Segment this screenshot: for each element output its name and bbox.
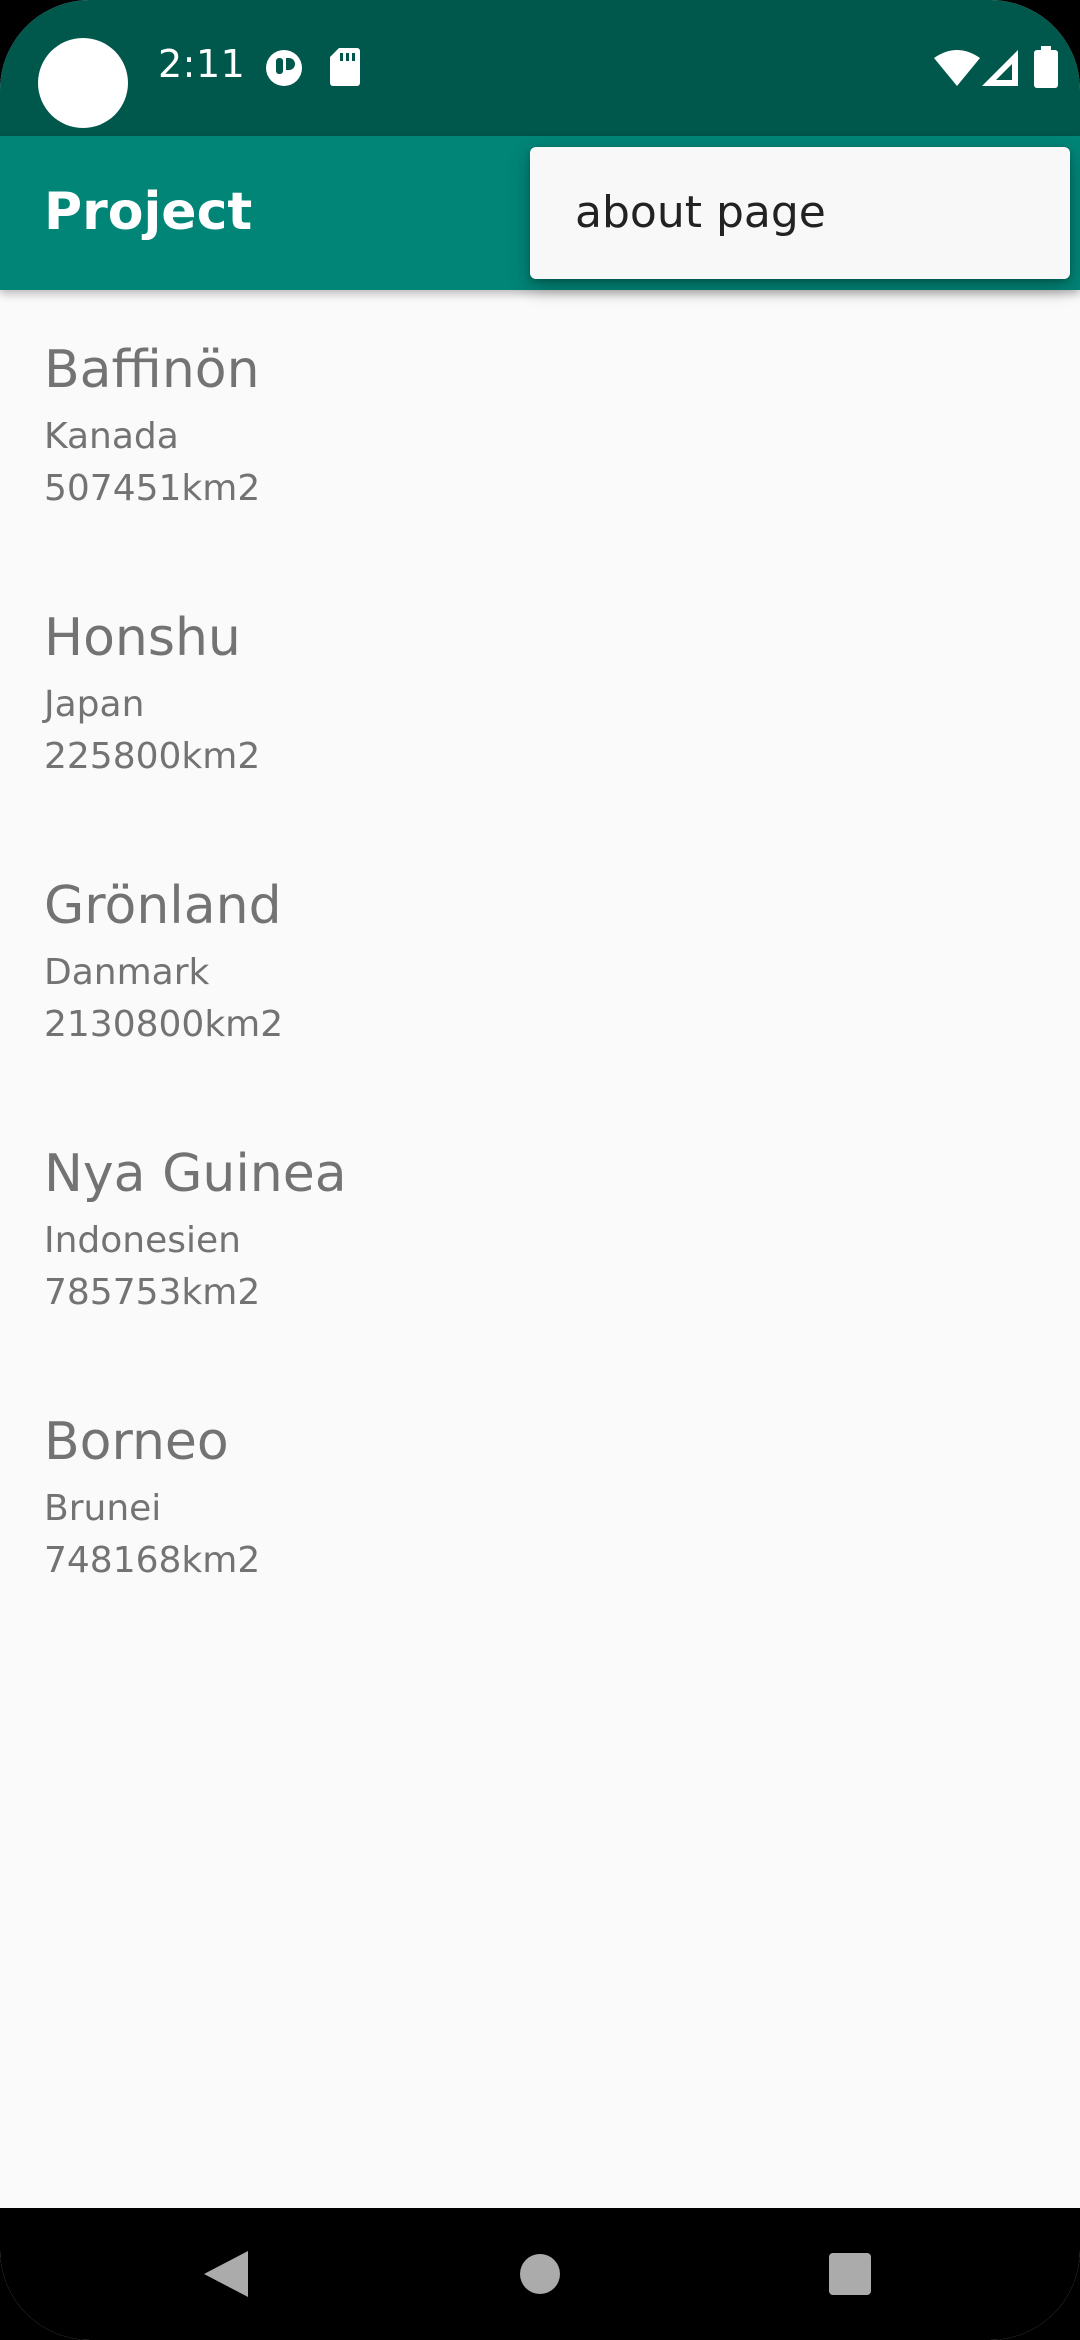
list-item[interactable]: Borneo Brunei 748168km2 (44, 1362, 944, 1582)
island-area: 748168km2 (44, 1540, 261, 1581)
island-country: Danmark (44, 952, 210, 993)
island-name: Baffinön (44, 340, 260, 400)
list-item[interactable]: Baffinön Kanada 507451km2 (44, 290, 944, 510)
navigation-bar (0, 2208, 1080, 2340)
island-area: 225800km2 (44, 736, 261, 777)
status-bar: 2:11 (0, 0, 1080, 136)
island-area: 785753km2 (44, 1272, 261, 1313)
cellular-signal-icon (982, 50, 1018, 86)
overflow-menu-popup: about page (530, 147, 1070, 279)
menu-item-about-page[interactable]: about page (575, 187, 826, 238)
recents-icon[interactable] (829, 2253, 871, 2295)
battery-icon (1034, 46, 1058, 88)
island-name: Honshu (44, 608, 241, 668)
island-country: Indonesien (44, 1220, 241, 1261)
island-name: Grönland (44, 876, 282, 936)
home-icon[interactable] (519, 2253, 561, 2295)
page-title: Project (44, 182, 253, 242)
app-notification-icon (266, 50, 302, 86)
sd-card-icon (330, 48, 360, 86)
island-country: Japan (44, 684, 145, 725)
island-name: Nya Guinea (44, 1144, 347, 1204)
island-name: Borneo (44, 1412, 229, 1472)
island-country: Kanada (44, 416, 179, 457)
island-area: 507451km2 (44, 468, 261, 509)
island-area: 2130800km2 (44, 1004, 284, 1045)
phone-screen: 2:11 Project about page Baffinön Kanada … (0, 0, 1080, 2340)
list-item[interactable]: Grönland Danmark 2130800km2 (44, 826, 944, 1046)
status-time: 2:11 (158, 42, 246, 86)
camera-cutout (38, 38, 128, 128)
list-item[interactable]: Nya Guinea Indonesien 785753km2 (44, 1094, 944, 1314)
list-item[interactable]: Honshu Japan 225800km2 (44, 558, 944, 778)
island-country: Brunei (44, 1488, 162, 1529)
wifi-icon (934, 50, 980, 86)
back-icon[interactable] (204, 2251, 248, 2297)
